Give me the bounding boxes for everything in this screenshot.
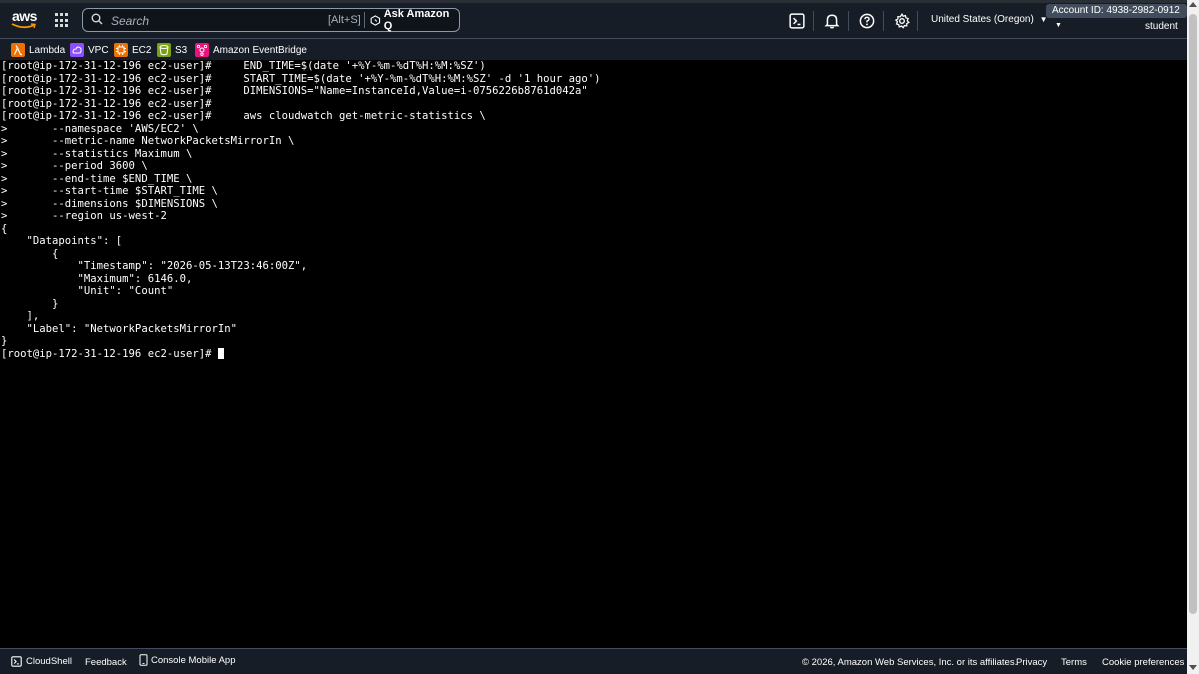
terminal-line: }	[1, 335, 8, 347]
s3-bucket-icon	[157, 43, 171, 57]
terms-link[interactable]: Terms	[1061, 657, 1087, 668]
account-menu[interactable]: Account ID: 4938-2982-0912 ▼	[1046, 4, 1187, 29]
favorites-bar: Lambda VPC EC2 S3 Amazon EventBridge	[0, 38, 1187, 60]
terminal-prompt: [root@ip-172-31-12-196 ec2-user]#	[1, 347, 218, 360]
privacy-link[interactable]: Privacy	[1016, 657, 1047, 668]
favorite-label: VPC	[88, 44, 109, 56]
notifications-bell-icon[interactable]	[824, 13, 840, 29]
terminal-line: "Timestamp": "2026-05-13T23:46:00Z",	[1, 260, 308, 272]
search-shortcut-hint: [Alt+S]	[328, 14, 361, 26]
scroll-down-arrow-icon[interactable]	[1189, 665, 1197, 670]
aws-logo-text: aws	[12, 8, 37, 24]
cloudshell-footer-button[interactable]: CloudShell	[11, 656, 72, 667]
console-footer: CloudShell Feedback Console Mobile App ©…	[0, 648, 1187, 674]
favorite-s3[interactable]: S3	[157, 42, 187, 58]
scroll-up-arrow-icon[interactable]	[1189, 2, 1197, 7]
nav-separator	[848, 11, 849, 31]
region-selector[interactable]: United States (Oregon) ▼	[931, 14, 1048, 25]
favorite-ec2[interactable]: EC2	[114, 42, 151, 58]
cookie-preferences-link[interactable]: Cookie preferences	[1102, 657, 1184, 668]
favorite-vpc[interactable]: VPC	[70, 42, 109, 58]
feedback-link[interactable]: Feedback	[85, 657, 127, 668]
eventbridge-icon	[195, 43, 209, 57]
terminal-line: "Maximum": 6146.0,	[1, 272, 193, 285]
terminal-line: {	[1, 247, 59, 260]
cloudshell-terminal[interactable]: [root@ip-172-31-12-196 ec2-user]# END_TI…	[0, 60, 1187, 648]
nav-separator	[917, 11, 918, 31]
mobile-phone-icon	[139, 654, 148, 666]
terminal-line: }	[1, 297, 59, 310]
favorite-label: S3	[175, 44, 188, 56]
cloudshell-footer-label: CloudShell	[26, 656, 72, 667]
terminal-line: > --statistics Maximum \	[1, 147, 193, 160]
cloudshell-icon	[11, 656, 22, 667]
copyright-text: © 2026, Amazon Web Services, Inc. or its…	[802, 657, 1018, 668]
vpc-icon	[70, 43, 84, 57]
terminal-line: "Label": "NetworkPacketsMirrorIn"	[1, 322, 238, 335]
terminal-line: "Unit": "Count"	[1, 285, 174, 297]
settings-gear-icon[interactable]	[894, 13, 910, 29]
console-mobile-app-link[interactable]: Console Mobile App	[139, 654, 236, 666]
terminal-line: > --namespace 'AWS/EC2' \	[1, 122, 199, 135]
terminal-line: > --metric-name NetworkPacketsMirrorIn \	[1, 135, 295, 147]
terminal-line: > --period 3600 \	[1, 160, 148, 172]
terminal-line: [root@ip-172-31-12-196 ec2-user]# START_…	[1, 72, 601, 85]
services-menu-icon[interactable]	[55, 13, 70, 28]
ec2-icon	[114, 43, 128, 57]
favorite-label: Amazon EventBridge	[213, 44, 307, 56]
nav-separator	[883, 11, 884, 31]
terminal-line: > --dimensions $DIMENSIONS \	[1, 197, 218, 210]
search-box[interactable]: [Alt+S] Ask Amazon Q	[82, 8, 460, 32]
terminal-line: [root@ip-172-31-12-196 ec2-user]# aws cl…	[1, 110, 486, 122]
page-scrollbar[interactable]	[1187, 0, 1199, 674]
terminal-line: ],	[1, 310, 40, 322]
favorite-eventbridge[interactable]: Amazon EventBridge	[195, 42, 307, 58]
aws-smile-icon	[11, 23, 36, 29]
favorite-label: Lambda	[29, 44, 66, 56]
terminal-line: "Datapoints": [	[1, 235, 123, 247]
terminal-line: [root@ip-172-31-12-196 ec2-user]# DIMENS…	[1, 85, 588, 97]
terminal-line: [root@ip-172-31-12-196 ec2-user]# END_TI…	[1, 60, 486, 72]
favorite-label: EC2	[132, 44, 152, 56]
chevron-down-icon: ▼	[1055, 22, 1062, 29]
search-input[interactable]	[109, 11, 333, 31]
ask-amazon-q-label: Ask Amazon Q	[383, 8, 450, 32]
top-navigation-bar: aws [Alt+S] Ask Amazon Q	[0, 0, 1187, 38]
favorite-lambda[interactable]: Lambda	[11, 42, 65, 58]
lambda-icon	[11, 43, 25, 57]
nav-separator	[813, 11, 814, 31]
cloudshell-icon[interactable]	[789, 13, 805, 29]
help-icon[interactable]	[859, 13, 875, 29]
terminal-line: > --region us-west-2	[1, 210, 167, 222]
console-mobile-app-label: Console Mobile App	[151, 654, 236, 666]
amazon-q-icon	[370, 14, 381, 26]
terminal-line: > --start-time $START_TIME \	[1, 185, 218, 197]
account-id: Account ID: 4938-2982-0912	[1052, 5, 1180, 16]
terminal-line: > --end-time $END_TIME \	[1, 172, 193, 185]
search-icon	[91, 13, 103, 25]
user-name[interactable]: student	[1145, 21, 1178, 32]
ask-amazon-q-button[interactable]: Ask Amazon Q	[370, 8, 459, 32]
search-divider	[364, 12, 365, 28]
scrollbar-thumb[interactable]	[1189, 14, 1197, 614]
aws-logo[interactable]: aws	[11, 8, 37, 32]
region-label: United States (Oregon)	[931, 14, 1034, 25]
terminal-line: {	[1, 222, 8, 235]
terminal-prompt-line[interactable]: [root@ip-172-31-12-196 ec2-user]#	[1, 347, 224, 361]
terminal-cursor	[217, 347, 224, 359]
terminal-line: [root@ip-172-31-12-196 ec2-user]#	[1, 97, 212, 110]
